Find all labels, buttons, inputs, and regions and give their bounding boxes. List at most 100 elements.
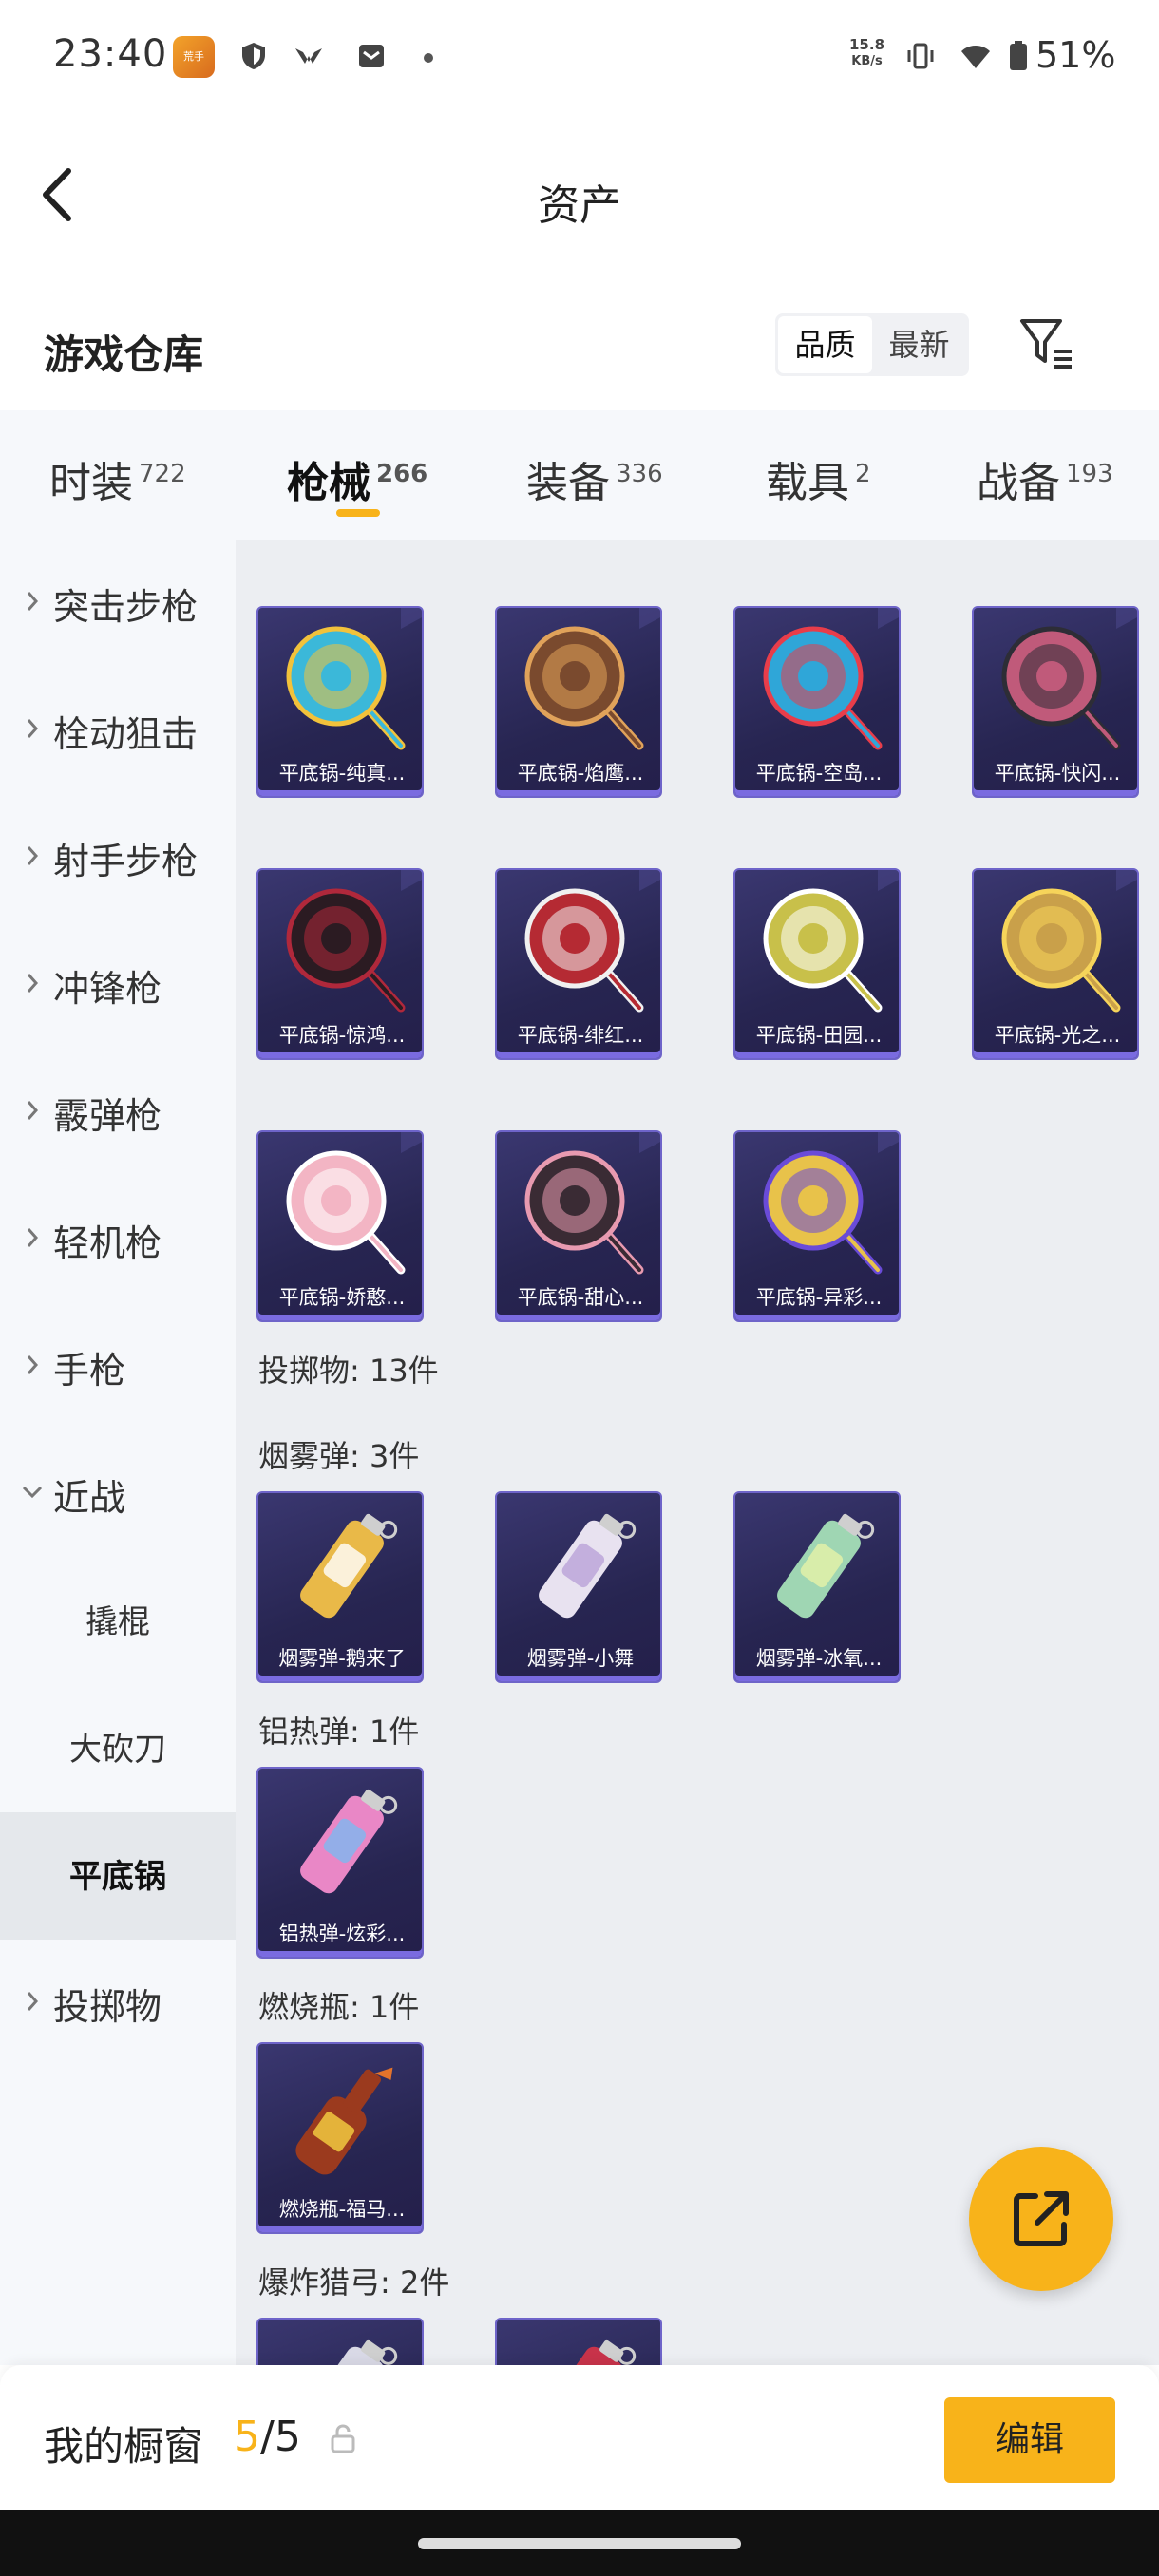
item-name: 铝热弹-炫彩... <box>278 1923 406 1945</box>
lock-icon <box>331 2424 355 2453</box>
sidebar-item-label: 轻机枪 <box>53 1222 162 1264</box>
page-title: 资产 <box>538 181 621 230</box>
sidebar-item[interactable]: 平底锅 <box>0 1812 236 1940</box>
item-card[interactable] <box>256 2318 424 2365</box>
chevron-right-icon <box>27 1355 39 1374</box>
item-art <box>735 870 899 1013</box>
tab-vehicles[interactable]: 载具 2 <box>766 448 871 509</box>
wifi-icon <box>961 46 990 68</box>
sidebar-item[interactable]: 轻机枪 <box>0 1176 236 1303</box>
sidebar-item-label: 手枪 <box>53 1350 126 1392</box>
sidebar-item[interactable]: 近战 <box>0 1430 236 1558</box>
sort-toggle: 品质 最新 <box>775 313 969 376</box>
app-icon: 荒手 <box>173 36 215 78</box>
sidebar-item-label: 冲锋枪 <box>53 968 162 1010</box>
item-card[interactable]: 平底锅-娇憨... <box>256 1130 424 1322</box>
item-card[interactable] <box>495 2318 662 2365</box>
item-card[interactable]: 燃烧瓶-福马... <box>256 2042 424 2234</box>
warehouse-title: 游戏仓库 <box>44 331 204 378</box>
item-name: 平底锅-焰鹰... <box>517 762 644 785</box>
sidebar-item[interactable]: 投掷物 <box>0 1940 236 2067</box>
sidebar-item-label: 霰弹枪 <box>53 1095 162 1137</box>
dot-icon <box>424 53 433 63</box>
item-card[interactable]: 烟雾弹-鹅来了 <box>256 1491 424 1683</box>
item-name: 平底锅-娇憨... <box>278 1286 406 1309</box>
item-card[interactable]: 平底锅-田园... <box>733 868 901 1060</box>
item-name: 烟雾弹-冰氧... <box>755 1647 883 1670</box>
home-gesture-bar[interactable] <box>418 2538 741 2549</box>
section-title: 铝热弹: 1件 <box>258 1714 420 1750</box>
sidebar-item-label: 大砍刀 <box>69 1731 166 1769</box>
share-button[interactable] <box>969 2147 1113 2291</box>
item-card[interactable]: 平底锅-绯红... <box>495 868 662 1060</box>
item-art <box>497 608 660 750</box>
item-art <box>974 870 1137 1013</box>
filter-icon[interactable] <box>1016 313 1077 374</box>
sidebar-item[interactable]: 大砍刀 <box>0 1685 236 1812</box>
item-card[interactable]: 烟雾弹-小舞 <box>495 1491 662 1683</box>
tab-guns[interactable]: 枪械 266 <box>287 448 428 509</box>
sidebar-item-label: 平底锅 <box>69 1858 166 1896</box>
item-art <box>300 2339 398 2365</box>
sidebar-item[interactable]: 冲锋枪 <box>0 921 236 1049</box>
shield-icon <box>242 43 265 69</box>
item-card[interactable]: 平底锅-异彩... <box>733 1130 901 1322</box>
sidebar-item-label: 射手步枪 <box>53 841 199 882</box>
sidebar-item[interactable]: 手枪 <box>0 1303 236 1430</box>
section-title: 爆炸猎弓: 2件 <box>258 2264 450 2301</box>
item-art <box>777 1513 875 1619</box>
item-art <box>258 608 422 750</box>
sidebar-item[interactable]: 射手步枪 <box>0 794 236 921</box>
sidebar-item[interactable]: 栓动狙击 <box>0 667 236 794</box>
item-name: 平底锅-空岛... <box>755 762 883 785</box>
category-tabs: 时装 722 枪械 266 装备 336 载具 2 战备 193 <box>0 410 1159 540</box>
chevron-right-icon <box>27 1101 39 1120</box>
edit-button[interactable]: 编辑 <box>944 2397 1115 2483</box>
system-nav-bar <box>0 2510 1159 2576</box>
item-name: 平底锅-绯红... <box>517 1024 644 1047</box>
item-art <box>300 1789 398 1894</box>
app-header: 资产 <box>0 114 1159 275</box>
sidebar-item[interactable]: 突击步枪 <box>0 540 236 667</box>
item-card[interactable]: 平底锅-快闪... <box>972 606 1139 798</box>
sidebar-item-label: 近战 <box>53 1477 126 1519</box>
sidebar-item[interactable]: 霰弹枪 <box>0 1049 236 1176</box>
item-card[interactable]: 平底锅-惊鸿... <box>256 868 424 1060</box>
item-art <box>735 608 899 750</box>
item-art <box>539 1513 636 1619</box>
item-name: 平底锅-异彩... <box>755 1286 883 1309</box>
item-card[interactable]: 平底锅-焰鹰... <box>495 606 662 798</box>
item-art <box>295 2067 393 2175</box>
chevron-right-icon <box>27 974 39 993</box>
tab-equipment[interactable]: 装备 336 <box>526 448 663 509</box>
item-grid: 平底锅-纯真... 平底锅-焰鹰... 平底锅-空岛... 平底锅-快闪... 平底锅-… <box>236 540 1159 2365</box>
item-art <box>974 608 1137 750</box>
sidebar-item-label: 投掷物 <box>53 1986 162 2028</box>
item-card[interactable]: 铝热弹-炫彩... <box>256 1767 424 1959</box>
vibrate-icon <box>907 43 934 69</box>
chevron-right-icon <box>27 1228 39 1247</box>
sidebar-item[interactable]: 撬棍 <box>0 1558 236 1685</box>
item-name: 平底锅-田园... <box>755 1024 883 1047</box>
item-card[interactable]: 平底锅-纯真... <box>256 606 424 798</box>
battery-icon <box>1010 41 1027 70</box>
item-name: 烟雾弹-小舞 <box>526 1647 635 1670</box>
tab-fashion[interactable]: 时装 722 <box>49 448 186 509</box>
chevron-down-icon <box>22 1486 43 1499</box>
sort-latest-button[interactable]: 最新 <box>872 316 966 373</box>
sort-quality-button[interactable]: 品质 <box>778 316 872 373</box>
item-card[interactable]: 平底锅-光之... <box>972 868 1139 1060</box>
active-tab-indicator <box>336 509 380 517</box>
section-title: 烟雾弹: 3件 <box>258 1438 420 1474</box>
item-name: 平底锅-甜心... <box>517 1286 644 1309</box>
tab-supplies[interactable]: 战备 193 <box>977 448 1113 509</box>
item-card[interactable]: 平底锅-空岛... <box>733 606 901 798</box>
item-name: 燃烧瓶-福马... <box>278 2198 406 2221</box>
section-title: 投掷物: 13件 <box>258 1353 439 1389</box>
item-card[interactable]: 烟雾弹-冰氧... <box>733 1491 901 1683</box>
chevron-right-icon <box>27 846 39 865</box>
item-card[interactable]: 平底锅-甜心... <box>495 1130 662 1322</box>
vpn-icon <box>295 48 322 64</box>
chevron-right-icon <box>27 1992 39 2011</box>
item-name: 平底锅-光之... <box>994 1024 1121 1047</box>
